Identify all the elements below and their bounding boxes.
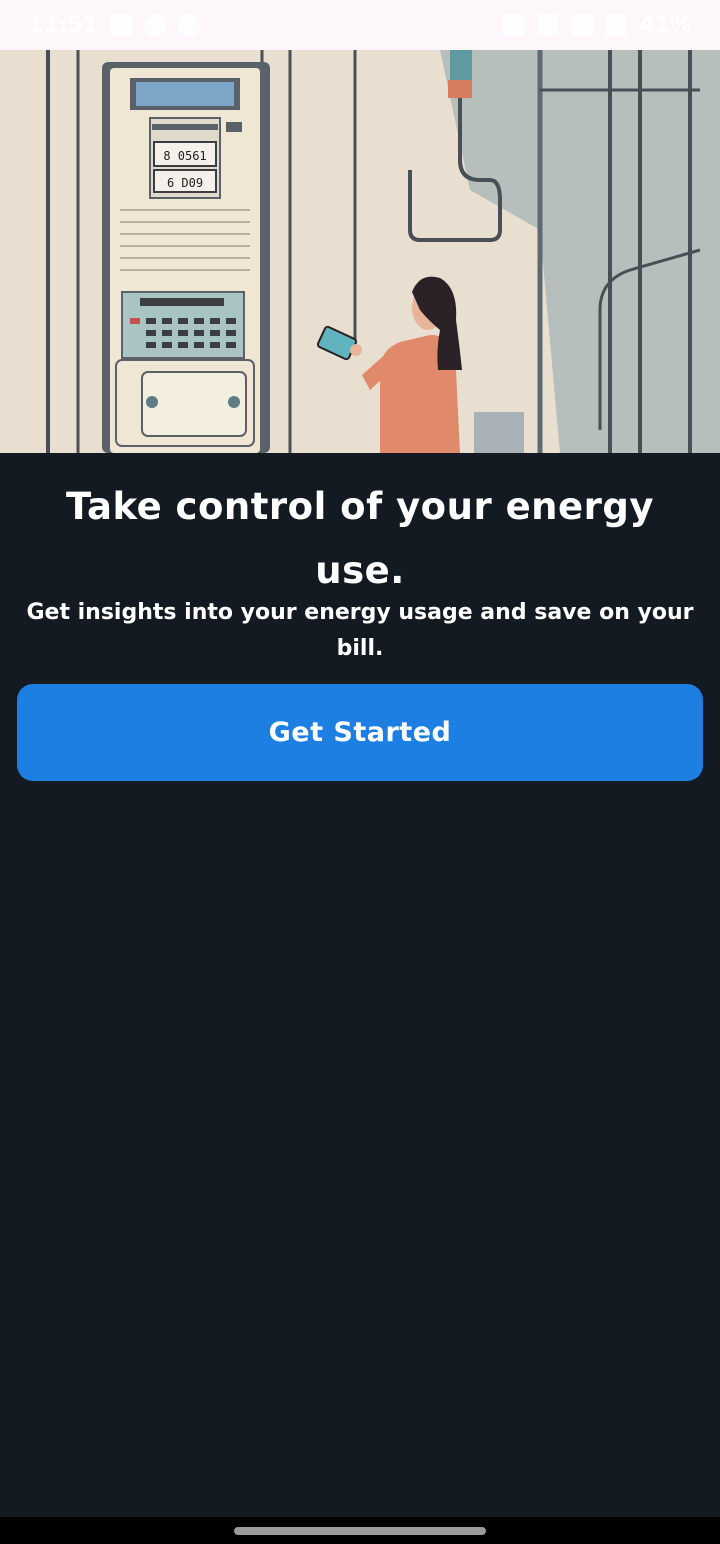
navigation-bar <box>0 1517 720 1544</box>
home-indicator[interactable] <box>234 1527 486 1535</box>
headline: Take control of your energy use. <box>66 485 654 592</box>
hero-illustration: 8 0561 6 D09 <box>0 50 720 453</box>
app-notification-icon <box>144 14 167 36</box>
status-time: 11:51 <box>28 12 99 38</box>
battery-percent: 41% <box>639 12 692 38</box>
gallery-notification-icon <box>110 14 133 36</box>
meter-reading-bottom: 6 D09 <box>167 176 203 190</box>
subtitle: Get insights into your energy usage and … <box>26 600 694 661</box>
mute-icon <box>537 14 560 36</box>
status-left: 11:51 <box>28 12 201 38</box>
status-right: 41% <box>503 13 692 38</box>
onboarding-content: Take control of your energy use. Get ins… <box>0 453 720 1517</box>
signal-icon <box>571 14 594 36</box>
whatsapp-notification-icon <box>178 14 201 36</box>
wifi-icon <box>605 14 628 36</box>
get-started-button[interactable]: Get Started <box>17 684 703 781</box>
meter-reading-top: 8 0561 <box>163 149 206 163</box>
status-bar: 11:51 41% <box>0 0 720 50</box>
vibrate-icon <box>503 14 526 36</box>
